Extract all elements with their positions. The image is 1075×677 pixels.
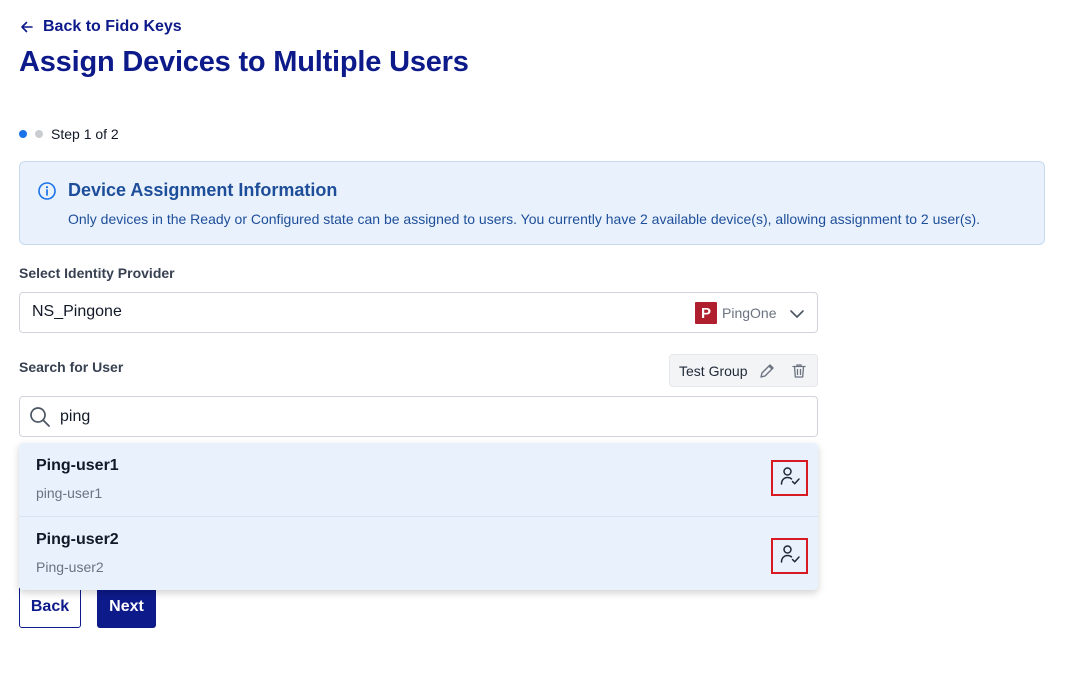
stepper: Step 1 of 2 [19, 125, 119, 143]
user-username: Ping-user2 [36, 559, 104, 575]
provider-type-label: PingOne [722, 305, 777, 321]
arrow-left-icon [19, 19, 35, 35]
group-chip-label: Test Group [679, 363, 748, 379]
user-check-icon [779, 543, 801, 570]
list-item[interactable]: Ping-user2 Ping-user2 [19, 517, 818, 590]
user-display-name: Ping-user1 [36, 457, 119, 474]
assign-user-button[interactable] [771, 460, 808, 496]
user-username: ping-user1 [36, 485, 103, 501]
page-title: Assign Devices to Multiple Users [19, 46, 469, 78]
selected-provider-value: NS_Pingone [32, 303, 122, 320]
next-button[interactable]: Next [97, 586, 156, 628]
assign-user-button[interactable] [771, 538, 808, 574]
group-chip: Test Group [669, 354, 818, 387]
step-label: Step 1 of 2 [51, 126, 119, 142]
info-icon [37, 181, 57, 206]
step-dot-active [19, 130, 27, 138]
user-display-name: Ping-user2 [36, 531, 119, 548]
search-icon [29, 406, 51, 433]
identity-provider-label: Select Identity Provider [19, 265, 175, 281]
info-title: Device Assignment Information [68, 180, 338, 200]
user-search-box [19, 396, 818, 437]
identity-provider-select[interactable]: NS_Pingone P PingOne [19, 292, 818, 333]
user-search-input[interactable] [60, 405, 800, 429]
trash-icon[interactable] [790, 362, 808, 385]
back-link-label: Back to Fido Keys [43, 18, 182, 35]
chevron-down-icon[interactable] [789, 307, 805, 325]
back-button[interactable]: Back [19, 586, 81, 628]
search-results-dropdown: Ping-user1 ping-user1 Ping-user2 Ping-us… [19, 443, 818, 590]
user-check-icon [779, 465, 801, 492]
edit-icon[interactable] [758, 362, 776, 385]
list-item[interactable]: Ping-user1 ping-user1 [19, 443, 818, 517]
pingone-logo: P [695, 302, 717, 324]
search-user-label: Search for User [19, 359, 124, 375]
back-to-fido-keys-link[interactable]: Back to Fido Keys [19, 16, 182, 38]
step-dot-inactive [35, 130, 43, 138]
device-assignment-info-box: Device Assignment Information Only devic… [19, 161, 1045, 245]
info-text: Only devices in the Ready or Configured … [68, 211, 981, 227]
